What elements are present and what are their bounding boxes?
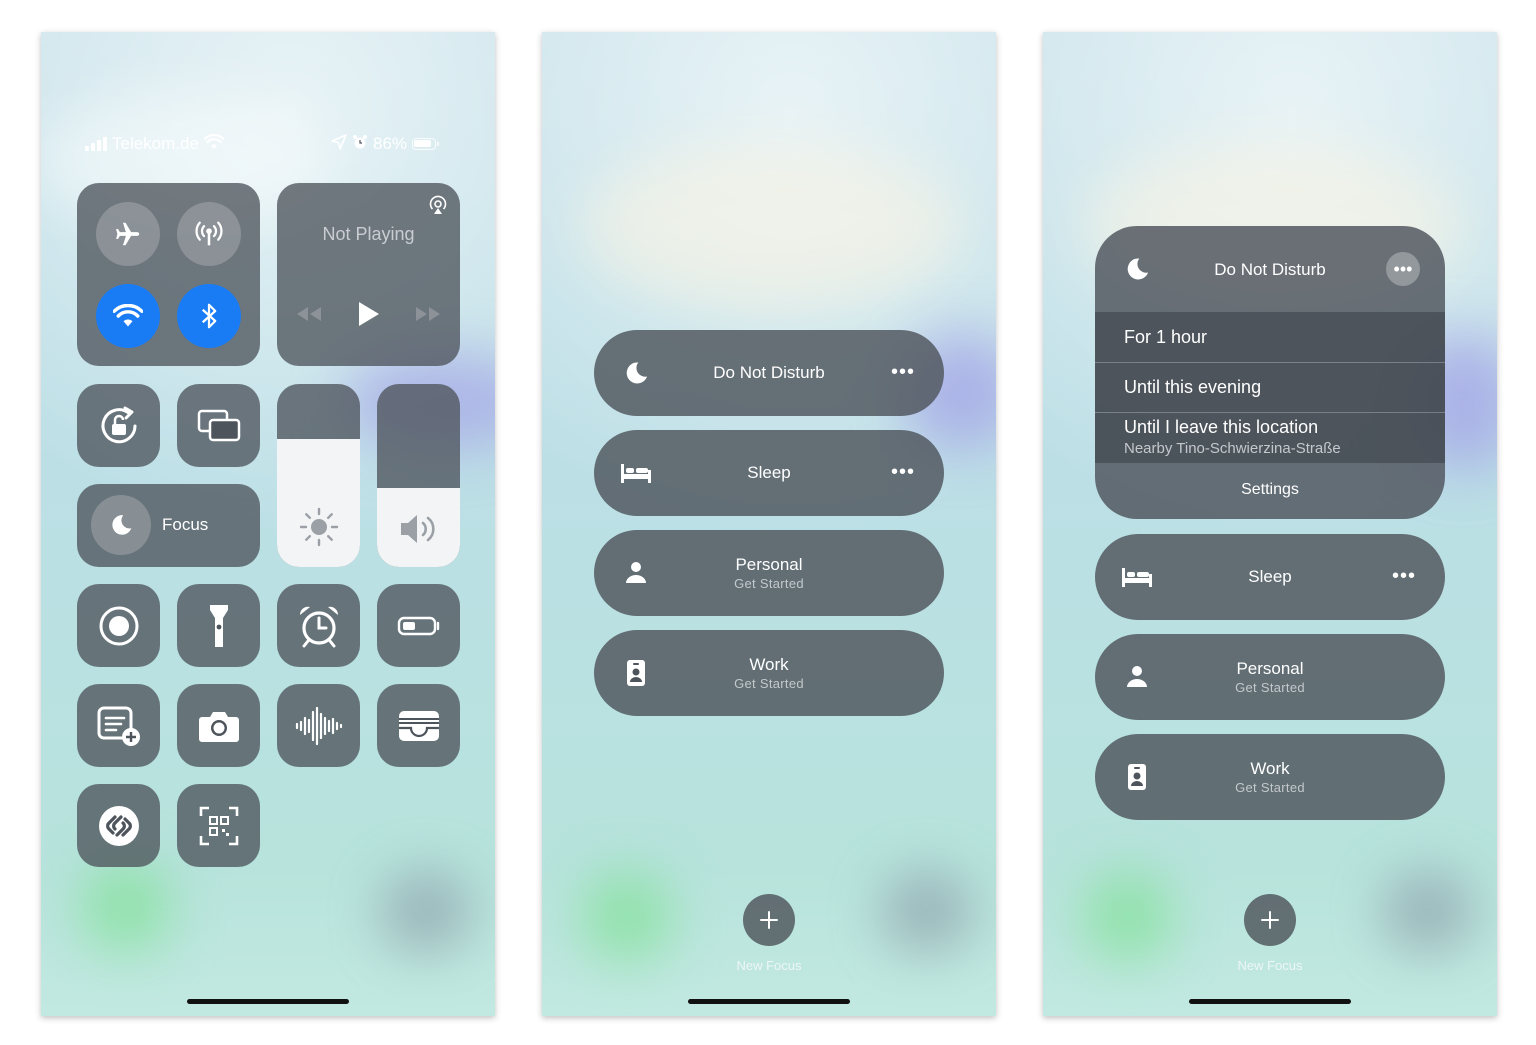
dnd-option-1-hour[interactable]: For 1 hour: [1095, 312, 1445, 362]
status-bar-right: 86%: [331, 132, 440, 156]
focus-button[interactable]: Focus: [77, 484, 260, 567]
shazam-button[interactable]: [77, 784, 160, 867]
more-options-icon[interactable]: •••: [1386, 252, 1420, 286]
focus-personal[interactable]: Personal Get Started: [1095, 634, 1445, 720]
low-power-mode-button[interactable]: [377, 584, 460, 667]
airplane-mode-toggle[interactable]: [96, 202, 160, 266]
volume-slider[interactable]: [377, 384, 460, 567]
focus-work[interactable]: Work Get Started: [594, 630, 944, 716]
more-options-icon[interactable]: •••: [890, 359, 916, 385]
dnd-header[interactable]: Do Not Disturb •••: [1095, 226, 1445, 312]
fast-forward-icon[interactable]: [414, 305, 442, 328]
focus-subtitle: Get Started: [734, 676, 804, 691]
qr-code-scanner-icon: [199, 806, 238, 845]
voice-memos-icon: [295, 706, 342, 745]
flashlight-button[interactable]: [177, 584, 260, 667]
plus-icon: [1261, 911, 1279, 929]
airplane-icon: [116, 222, 140, 246]
dnd-settings-link[interactable]: Settings: [1095, 481, 1445, 499]
focus-menu-screen: Do Not Disturb ••• Sleep ••• Personal Ge…: [542, 32, 996, 1016]
wifi-icon: [113, 304, 143, 327]
focus-title: Personal: [1236, 659, 1304, 678]
code-scanner-button[interactable]: [177, 784, 260, 867]
battery-icon: [412, 138, 440, 150]
focus-sleep[interactable]: Sleep •••: [1095, 534, 1445, 620]
sun-icon: [299, 507, 338, 547]
home-indicator[interactable]: [1189, 999, 1351, 1004]
option-label: Until I leave this location: [1124, 417, 1319, 437]
shazam-icon: [98, 805, 139, 846]
wifi-icon: [203, 133, 225, 155]
wifi-toggle[interactable]: [96, 284, 160, 348]
focus-title: Work: [749, 655, 789, 674]
status-bar-left: Telekom.de: [85, 132, 225, 156]
focus-personal[interactable]: Personal Get Started: [594, 530, 944, 616]
focus-icon-circle: [91, 495, 151, 555]
location-arrow-icon: [331, 133, 347, 155]
bluetooth-icon: [201, 303, 217, 329]
option-label: Until this evening: [1124, 377, 1262, 397]
focus-title: Work: [1250, 759, 1290, 778]
alarm-button[interactable]: [277, 584, 360, 667]
new-focus-label: New Focus: [1237, 958, 1303, 973]
bluetooth-toggle[interactable]: [177, 284, 241, 348]
antenna-icon: [195, 221, 223, 246]
carrier-name: Telekom.de: [112, 134, 199, 153]
cellular-data-toggle[interactable]: [177, 202, 241, 266]
screen-rotation-lock-icon: [101, 406, 136, 443]
quick-note-icon: [97, 706, 140, 746]
voice-memos-button[interactable]: [277, 684, 360, 767]
focus-work[interactable]: Work Get Started: [1095, 734, 1445, 820]
screen-recording-button[interactable]: [77, 584, 160, 667]
connectivity-module: [77, 183, 260, 366]
media-title: Not Playing: [322, 224, 415, 244]
home-indicator[interactable]: [688, 999, 850, 1004]
new-focus-button[interactable]: [743, 894, 795, 946]
dnd-option-this-evening[interactable]: Until this evening: [1095, 363, 1445, 412]
more-options-icon[interactable]: •••: [1391, 563, 1417, 589]
play-icon[interactable]: [355, 300, 381, 333]
speaker-icon: [400, 515, 435, 543]
focus-subtitle: Get Started: [734, 576, 804, 591]
wallet-icon: [398, 710, 439, 741]
signal-bars-icon: [85, 137, 107, 151]
dnd-options-screen: Do Not Disturb ••• For 1 hour Until this…: [1043, 32, 1497, 1016]
alarm-clock-icon: [299, 606, 338, 647]
now-playing-module[interactable]: Not Playing: [277, 183, 460, 366]
airplay-icon[interactable]: [426, 193, 450, 222]
do-not-disturb-expanded-card: Do Not Disturb ••• For 1 hour Until this…: [1095, 226, 1445, 519]
focus-subtitle: Get Started: [1235, 780, 1305, 795]
dnd-option-leave-location[interactable]: Until I leave this location Nearby Tino-…: [1095, 413, 1445, 463]
focus-do-not-disturb[interactable]: Do Not Disturb •••: [594, 330, 944, 416]
new-focus-label: New Focus: [736, 958, 802, 973]
control-center-screen: Telekom.de 86% Not Playing Focus: [41, 32, 495, 1016]
plus-icon: [760, 911, 778, 929]
focus-sleep[interactable]: Sleep •••: [594, 430, 944, 516]
new-focus-button[interactable]: [1244, 894, 1296, 946]
location-detail: Nearby Tino-Schwierzina-Straße: [1124, 440, 1341, 457]
screen-mirroring-button[interactable]: [177, 384, 260, 467]
rewind-icon[interactable]: [295, 305, 323, 328]
camera-button[interactable]: [177, 684, 260, 767]
home-indicator[interactable]: [187, 999, 349, 1004]
screen-mirroring-icon: [197, 409, 240, 441]
orientation-lock-button[interactable]: [77, 384, 160, 467]
quick-note-button[interactable]: [77, 684, 160, 767]
brightness-slider[interactable]: [277, 384, 360, 567]
focus-label: Focus: [162, 515, 209, 534]
focus-title: Personal: [735, 555, 803, 574]
flashlight-icon: [209, 604, 228, 647]
option-label: For 1 hour: [1124, 327, 1208, 347]
battery-percent: 86%: [373, 134, 408, 153]
low-power-mode-icon: [397, 616, 439, 635]
screen-recording-icon: [99, 606, 138, 645]
camera-icon: [198, 711, 239, 742]
focus-subtitle: Get Started: [1235, 680, 1305, 695]
alarm-icon: [352, 134, 368, 155]
wallet-button[interactable]: [377, 684, 460, 767]
moon-icon: [112, 515, 132, 535]
more-options-icon[interactable]: •••: [890, 459, 916, 485]
